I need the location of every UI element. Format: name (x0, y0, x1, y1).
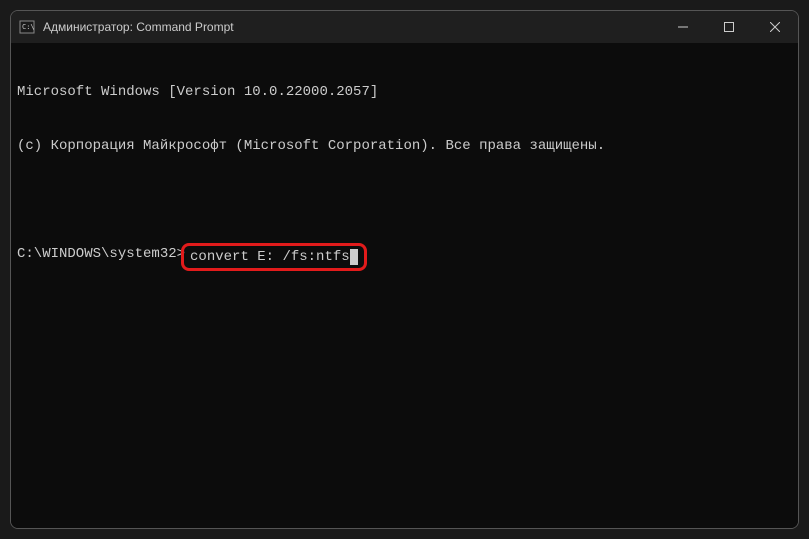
terminal-prompt: C:\WINDOWS\system32> (17, 245, 185, 271)
minimize-button[interactable] (660, 11, 706, 43)
terminal-output-line: (c) Корпорация Майкрософт (Microsoft Cor… (17, 137, 792, 155)
terminal-prompt-line: C:\WINDOWS\system32> convert E: /fs:ntfs (17, 245, 792, 271)
titlebar[interactable]: C:\ Администратор: Command Prompt (11, 11, 798, 43)
maximize-button[interactable] (706, 11, 752, 43)
terminal-command: convert E: /fs:ntfs (190, 249, 350, 265)
cmd-icon: C:\ (19, 19, 35, 35)
terminal-blank-line (17, 191, 792, 209)
close-button[interactable] (752, 11, 798, 43)
command-highlight: convert E: /fs:ntfs (181, 243, 367, 271)
window-title: Администратор: Command Prompt (43, 20, 660, 34)
terminal-cursor-icon (350, 249, 358, 265)
terminal-area[interactable]: Microsoft Windows [Version 10.0.22000.20… (11, 43, 798, 528)
terminal-output-line: Microsoft Windows [Version 10.0.22000.20… (17, 83, 792, 101)
titlebar-controls (660, 11, 798, 43)
svg-text:C:\: C:\ (22, 23, 35, 31)
command-prompt-window: C:\ Администратор: Command Prompt Micros… (10, 10, 799, 529)
